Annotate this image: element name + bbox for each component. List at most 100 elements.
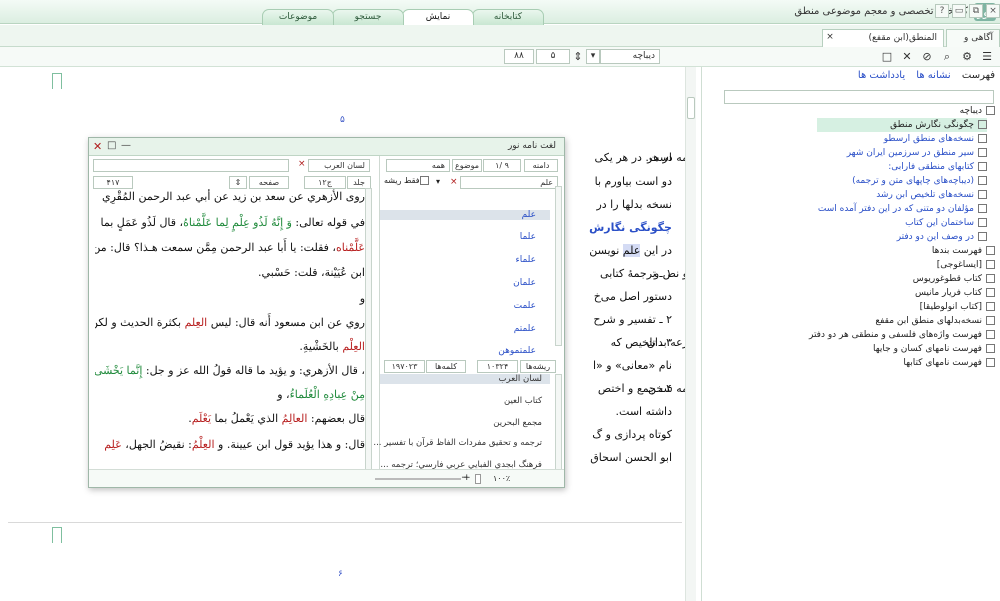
toc-item[interactable]: فهرست نامهای کسان و جایها xyxy=(873,342,995,356)
zoom-input[interactable]: ۸۸ xyxy=(504,49,534,64)
text-line-fragment: مه سخن xyxy=(648,382,685,395)
section-select[interactable]: دیباچه xyxy=(600,49,660,64)
definition-line: قال: و هذا يؤيد قول ابن عيينة. و العِلْم… xyxy=(104,438,365,451)
field-select[interactable]: همه xyxy=(386,159,450,172)
tab-display[interactable]: نمایش xyxy=(402,9,474,26)
help-icon[interactable]: ? xyxy=(935,4,949,18)
search-icon[interactable]: ⌕ xyxy=(940,50,954,64)
root-only-checkbox[interactable] xyxy=(420,176,429,185)
page-input[interactable]: ۵ xyxy=(536,49,570,64)
text-line: دو است بیاورم با xyxy=(594,175,672,188)
toc-item[interactable]: فهرست بندها xyxy=(932,244,995,258)
zoom-slider-thumb[interactable] xyxy=(475,474,481,484)
word-input[interactable]: علم xyxy=(460,176,558,189)
page-icon xyxy=(986,358,995,367)
dictionary-list-scrollbar[interactable] xyxy=(555,374,562,474)
source-clear-icon[interactable]: × xyxy=(298,159,306,169)
mark-icon[interactable]: ⊘ xyxy=(920,50,934,64)
page-number: ۵ xyxy=(340,115,345,125)
word-item-selected[interactable]: علم xyxy=(380,210,550,220)
toc-item[interactable]: کتاب فریار مانیس xyxy=(915,286,995,300)
close-window-icon[interactable]: × xyxy=(986,4,1000,18)
dialog-close-icon[interactable]: ✕ xyxy=(93,140,102,153)
toc-item[interactable]: [کتاب انولوطیقا] xyxy=(920,300,995,314)
word-item[interactable]: علماء xyxy=(515,255,536,265)
text-line: نسخه بدلها را در xyxy=(596,198,672,211)
arrow-updown-icon[interactable]: ⇕ xyxy=(571,50,585,64)
zoom-slider[interactable] xyxy=(375,478,461,480)
scope-button[interactable]: دامنه xyxy=(524,159,558,172)
clear-icon[interactable]: × xyxy=(450,177,458,187)
toc-item[interactable]: کتاب قطوغوریوس xyxy=(913,272,995,286)
root-only-label: فقط ریشه xyxy=(384,176,420,185)
source-filter[interactable] xyxy=(93,159,289,172)
sidebar-tab-notes[interactable]: یادداشت ها xyxy=(858,70,905,81)
toc-item[interactable]: در وصف این دو دفتر xyxy=(897,230,987,244)
text-line: داشته است. xyxy=(615,405,672,418)
toc-search-input[interactable] xyxy=(724,90,994,104)
section-heading: چگونگی نگارش xyxy=(589,221,672,234)
page-icon[interactable]: □ xyxy=(880,50,894,64)
text-line: ابو الحسن اسحاق xyxy=(590,451,672,464)
restore-window-icon[interactable]: ⧉ xyxy=(969,4,983,18)
toc-item[interactable]: نسخه‌های منطق ارسطو xyxy=(884,132,987,146)
title-bar: نور کتابخانه تخصصی و معجم موضوعی منطق × … xyxy=(0,0,1000,26)
word-item[interactable]: علما xyxy=(520,232,536,242)
text-line: در این xyxy=(643,244,672,257)
settings-icon[interactable]: ⚙ xyxy=(960,50,974,64)
minimize-window-icon[interactable]: ▭ xyxy=(952,4,966,18)
expand-icon[interactable]: ✕ xyxy=(900,50,914,64)
doc-tab-label: المنطق(ابن مقفع) xyxy=(868,33,937,43)
toc-item[interactable]: (دیباچه‌های چاپهای متن و ترجمه) xyxy=(852,174,987,188)
page-icon xyxy=(986,330,995,339)
chevron-down-icon[interactable]: ▾ xyxy=(586,49,600,64)
source-select[interactable]: لسان العرب xyxy=(308,159,370,172)
tab-library[interactable]: کتابخانه xyxy=(472,9,544,25)
dictionary-item[interactable]: مجمع البحرين xyxy=(493,418,542,428)
doc-tab-agahi[interactable]: آگاهی و گواهی xyxy=(946,29,1000,60)
tab-topics[interactable]: موضوعات xyxy=(262,9,334,25)
page-divider xyxy=(8,522,682,523)
word-item[interactable]: علمتموهن xyxy=(498,346,536,356)
dictionary-list: لسان العرب كتاب العين مجمع البحرين ترجمه… xyxy=(373,374,550,482)
words-label: کلمه‌ها xyxy=(426,360,466,373)
word-item[interactable]: علمتم xyxy=(514,324,536,334)
toc-item-selected[interactable]: چگونگی نگارش منطق xyxy=(817,118,987,132)
word-list-scrollbar[interactable] xyxy=(555,186,562,346)
dialog-maximize-icon[interactable]: □ xyxy=(107,140,116,151)
toc-item[interactable]: سیر منطق در سرزمین ایران شهر xyxy=(847,146,987,160)
sidebar-tab-toc[interactable]: فهرست xyxy=(962,70,995,81)
definition-scrollbar[interactable] xyxy=(365,188,372,470)
dialog-titlebar[interactable]: لغت نامه نور ✕ □ — xyxy=(89,138,564,156)
toc-item[interactable]: فهرست واژه‌های فلسفی و منطقی هر دو دفتر xyxy=(809,328,995,342)
word-item[interactable]: علمان xyxy=(513,278,536,288)
page-icon xyxy=(986,260,995,269)
doc-tab-close-icon[interactable]: × xyxy=(823,29,837,47)
toc-item[interactable]: ساختمان این کتاب xyxy=(905,216,987,230)
menu-icon[interactable]: ☰ xyxy=(980,50,994,64)
toc-item[interactable]: [ایساغوجی] xyxy=(937,258,995,272)
toc-item[interactable]: نسخه‌بدلهای منطق ابن مقفع xyxy=(875,314,995,328)
bookmark-icon[interactable] xyxy=(52,527,62,543)
toc-item[interactable]: فهرست نامهای کتابها xyxy=(903,356,995,370)
zoom-out-icon[interactable]: − xyxy=(461,473,469,483)
dictionary-item-selected[interactable]: لسان العرب xyxy=(380,374,550,384)
dialog-minimize-icon[interactable]: — xyxy=(121,140,131,151)
document-scrollbar[interactable] xyxy=(685,67,696,601)
word-item[interactable]: علمت xyxy=(514,301,536,311)
toc-item[interactable]: نسخه‌های تلخیص ابن رشد xyxy=(876,188,987,202)
bookmark-icon[interactable] xyxy=(52,73,62,89)
chevron-down-icon[interactable]: ▾ xyxy=(436,177,440,186)
scroll-thumb[interactable] xyxy=(687,97,695,119)
highlighted-word: علم xyxy=(622,244,641,257)
toc-item[interactable]: مؤلفان دو متنی که در این دفتر آمده است xyxy=(818,202,987,216)
doc-tab-almantiq[interactable]: المنطق(ابن مقفع) xyxy=(822,29,944,47)
dictionary-item[interactable]: كتاب العين xyxy=(504,396,542,406)
dictionary-item[interactable]: ترجمه و تحقيق مفردات الفاظ قرآن با تفسير… xyxy=(373,438,542,448)
app-window: نور کتابخانه تخصصی و معجم موضوعی منطق × … xyxy=(0,0,1000,601)
sidebar-tab-bookmarks[interactable]: نشانه ها xyxy=(916,70,950,81)
words-count: ۱۹۷۰۲۳ xyxy=(384,360,425,373)
toc-item[interactable]: دیباچه xyxy=(960,104,995,118)
toc-item[interactable]: کتابهای منطقی فارابی: xyxy=(888,160,987,174)
tab-search[interactable]: جستجو xyxy=(332,9,404,25)
